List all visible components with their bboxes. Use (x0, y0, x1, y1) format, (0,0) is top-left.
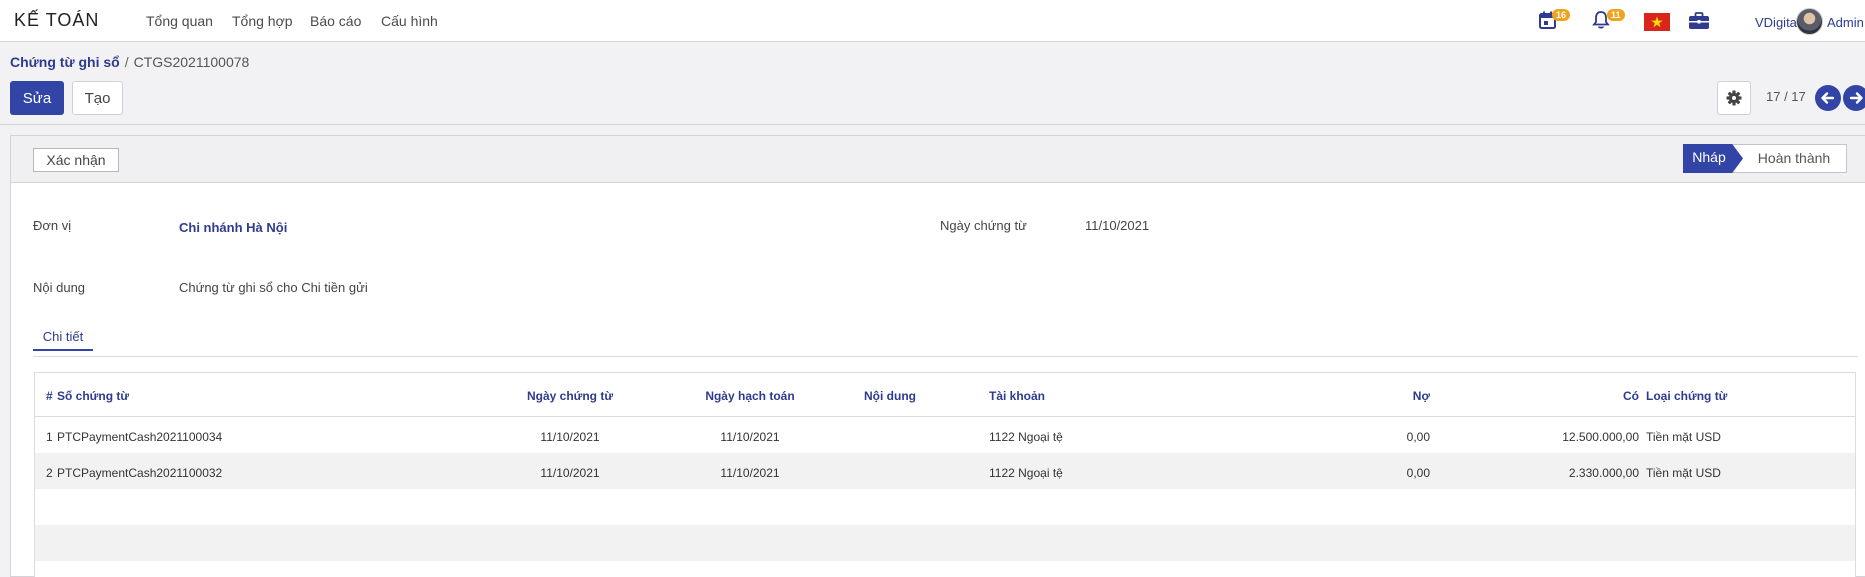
unit-value-link[interactable]: Chi nhánh Hà Nội (179, 220, 287, 235)
content-label: Nội dung (33, 280, 86, 295)
user-menu[interactable]: Admin (1827, 15, 1864, 30)
empty-row (35, 489, 1855, 525)
row-doc-no: PTCPaymentCash2021100034 (57, 430, 223, 444)
company-name[interactable]: VDigital (1755, 15, 1800, 30)
empty-row (35, 561, 1855, 577)
menu-tong-quan[interactable]: Tổng quan (146, 13, 213, 29)
row-doc-date: 11/10/2021 (540, 466, 600, 480)
notification-badge: 11 (1607, 9, 1625, 21)
action-menu-button[interactable] (1717, 81, 1751, 115)
pager-value[interactable]: 17 / 17 (1766, 89, 1806, 104)
tab-divider (33, 356, 1858, 357)
row-account: 1122 Ngoại tệ (989, 466, 1063, 480)
unit-label: Đơn vị (33, 218, 72, 233)
calendar-badge: 16 (1552, 9, 1571, 21)
col-doc-date-header[interactable]: Ngày chứng từ (525, 389, 615, 403)
empty-row (35, 525, 1855, 561)
col-credit-header[interactable]: Có (1455, 389, 1639, 403)
breadcrumb: Chứng từ ghi sổ / CTGS2021100078 (10, 54, 249, 70)
row-debit: 0,00 (1406, 430, 1430, 444)
breadcrumb-separator: / (124, 54, 129, 70)
row-doc-type: Tiền mặt USD (1646, 466, 1721, 480)
col-index-header: # (46, 389, 53, 403)
row-post-date: 11/10/2021 (720, 430, 780, 444)
notification-button[interactable]: 11 (1591, 9, 1625, 33)
breadcrumb-current: CTGS2021100078 (133, 54, 250, 70)
row-index: 2 (46, 466, 53, 480)
tab-detail[interactable]: Chi tiết (33, 321, 93, 351)
briefcase-icon (1689, 12, 1709, 29)
doc-date-label: Ngày chứng từ (940, 218, 1027, 233)
row-debit: 0,00 (1406, 466, 1430, 480)
col-doc-type-header[interactable]: Loại chứng từ (1646, 389, 1727, 403)
menu-tong-hop[interactable]: Tổng hợp (232, 13, 293, 29)
row-index: 1 (46, 430, 53, 444)
col-doc-no-header[interactable]: Số chứng từ (57, 389, 129, 403)
row-credit: 12.500.000,00 (1562, 430, 1639, 444)
menu-bao-cao[interactable]: Báo cáo (310, 13, 361, 29)
app-brand[interactable]: KẾ TOÁN (14, 10, 99, 31)
company-switch-button[interactable] (1688, 11, 1710, 34)
table-row[interactable]: 1 PTCPaymentCash2021100034 11/10/2021 11… (35, 417, 1855, 453)
col-content-header[interactable]: Nội dung (864, 389, 916, 403)
menu-cau-hinh[interactable]: Cấu hình (381, 13, 438, 29)
row-doc-no: PTCPaymentCash2021100032 (57, 466, 223, 480)
row-doc-type: Tiền mặt USD (1646, 430, 1721, 444)
content-value: Chứng từ ghi sổ cho Chi tiền gửi (179, 280, 368, 295)
top-navbar: KẾ TOÁN Tổng quan Tổng hợp Báo cáo Cấu h… (0, 0, 1865, 42)
breadcrumb-parent-link[interactable]: Chứng từ ghi sổ (10, 54, 120, 70)
stage-draft[interactable]: Nháp (1683, 144, 1743, 173)
arrow-left-icon (1821, 92, 1835, 104)
calendar-activity-button[interactable]: 16 (1538, 9, 1571, 33)
col-account-header[interactable]: Tài khoản (989, 389, 1045, 403)
language-flag-icon[interactable] (1644, 13, 1670, 31)
row-post-date: 11/10/2021 (720, 466, 780, 480)
table-row[interactable]: 2 PTCPaymentCash2021100032 11/10/2021 11… (35, 453, 1855, 489)
gear-icon (1726, 90, 1742, 106)
pager-next-button[interactable] (1843, 85, 1865, 111)
row-credit: 2.330.000,00 (1568, 466, 1639, 480)
pager-previous-button[interactable] (1815, 85, 1841, 111)
create-button[interactable]: Tạo (72, 81, 123, 115)
form-statusbar: Xác nhận Hoàn thành Nháp (11, 136, 1865, 183)
control-panel: Chứng từ ghi sổ / CTGS2021100078 Sửa Tạo 1… (0, 42, 1865, 125)
detail-table: # Số chứng từ Ngày chứng từ Ngày hạch to… (34, 372, 1856, 577)
row-account: 1122 Ngoại tệ (989, 430, 1063, 444)
confirm-button[interactable]: Xác nhận (33, 148, 119, 172)
star-icon (1651, 16, 1663, 28)
arrow-right-icon (1849, 92, 1863, 104)
row-doc-date: 11/10/2021 (540, 430, 600, 444)
col-post-date-header[interactable]: Ngày hạch toán (700, 389, 800, 403)
edit-button[interactable]: Sửa (10, 81, 64, 115)
table-header: # Số chứng từ Ngày chứng từ Ngày hạch to… (35, 373, 1855, 417)
form-sheet: Xác nhận Hoàn thành Nháp Đơn vị Chi nhán… (10, 135, 1865, 577)
avatar[interactable] (1796, 8, 1823, 35)
stage-done[interactable]: Hoàn thành (1731, 144, 1847, 173)
doc-date-value: 11/10/2021 (1085, 218, 1150, 233)
col-debit-header[interactable]: Nợ (1285, 389, 1430, 403)
